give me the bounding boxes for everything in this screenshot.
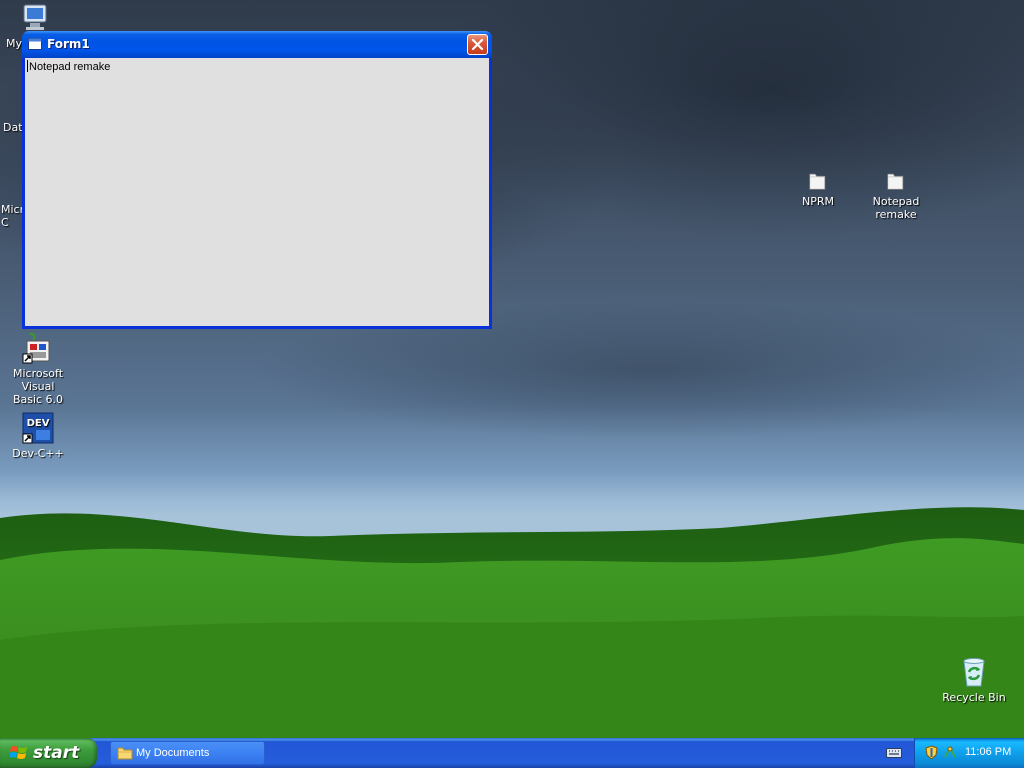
recycle-bin-icon — [963, 658, 985, 687]
desktop-icon-label: Notepad remake — [872, 195, 920, 221]
desktop-icon-recycle-bin[interactable]: Recycle Bin — [936, 656, 1012, 704]
window-titlebar[interactable]: Form1 — [22, 31, 492, 58]
window-title: Form1 — [47, 37, 90, 51]
window-app-icon — [28, 38, 42, 50]
desktop-icon-label: Recycle Bin — [942, 691, 1006, 704]
visual-basic-icon — [22, 332, 50, 364]
desktop-icon-visual-basic[interactable]: Microsoft Visual Basic 6.0 — [0, 332, 76, 406]
desktop-icon-label: Dev-C++ — [12, 447, 64, 460]
folder-icon — [887, 173, 904, 190]
windows-logo-icon — [10, 746, 27, 759]
folder-icon — [809, 173, 826, 190]
window-client-area[interactable]: Notepad remake — [25, 58, 489, 326]
folder-icon — [117, 747, 133, 760]
taskbar-item-label: My Documents — [136, 747, 210, 759]
close-button[interactable] — [467, 34, 488, 55]
desktop-icon-nprm[interactable]: NPRM — [780, 170, 856, 208]
system-tray: 11:06 PM — [914, 738, 1024, 768]
taskbar: start My Documents 11:06 PM — [0, 738, 1024, 768]
taskbar-item-my-documents[interactable]: My Documents — [110, 741, 265, 765]
content-label: Notepad remake — [29, 61, 111, 73]
start-button[interactable]: start — [0, 738, 97, 768]
computer-icon — [23, 4, 47, 30]
green-hills — [0, 500, 1024, 738]
clock[interactable]: 11:06 PM — [965, 746, 1011, 758]
keyboard-icon[interactable] — [886, 747, 902, 759]
start-label: start — [33, 743, 80, 763]
text-caret — [27, 60, 28, 72]
network-icon[interactable] — [943, 745, 958, 760]
desktop-icon-dev-cpp[interactable]: DEV Dev-C++ — [0, 412, 76, 460]
desktop-icon-label: Microsoft Visual Basic 6.0 — [12, 367, 64, 406]
close-icon — [471, 38, 484, 51]
text-content[interactable]: Notepad remake — [27, 60, 110, 73]
dev-cpp-icon: DEV — [22, 412, 54, 444]
form1-window[interactable]: Form1 Notepad remake — [22, 31, 492, 329]
svg-text:DEV: DEV — [27, 418, 50, 429]
security-shield-icon[interactable] — [924, 745, 939, 760]
desktop-icon-label: NPRM — [802, 195, 834, 208]
desktop-icon-notepad-remake[interactable]: Notepad remake — [858, 170, 934, 221]
